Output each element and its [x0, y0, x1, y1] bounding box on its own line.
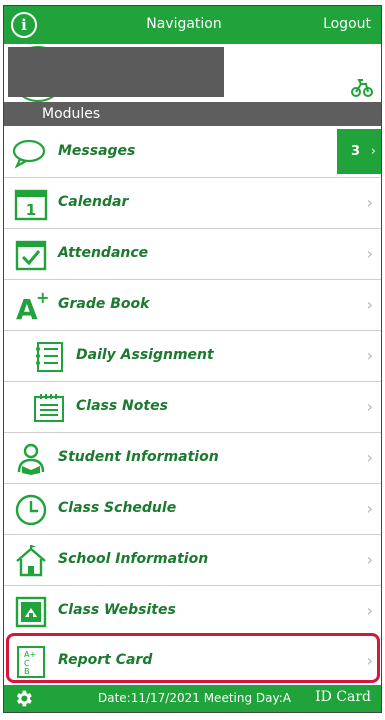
badge-count: 3	[351, 144, 361, 159]
menu-item-daily-assignment[interactable]: Daily Assignment ›	[4, 331, 381, 382]
profile-area	[4, 44, 381, 102]
menu-item-student-information[interactable]: Student Information ›	[4, 433, 381, 484]
notepad-icon	[34, 394, 64, 422]
svg-text:A: A	[16, 293, 38, 323]
menu-item-school-information[interactable]: School Information ›	[4, 535, 381, 586]
chevron-right-icon: ›	[366, 295, 373, 314]
gear-icon[interactable]	[13, 688, 34, 709]
checklist-icon	[36, 342, 63, 372]
menu-item-label: School Information	[58, 551, 209, 567]
redacted-user-info	[8, 47, 224, 97]
svg-text:+: +	[36, 289, 48, 307]
menu-item-label: Class Websites	[58, 602, 176, 618]
chevron-right-icon: ›	[366, 397, 373, 416]
app-screen: i Navigation Logout Modules Messages 3 › …	[0, 0, 385, 720]
website-icon	[15, 596, 47, 628]
svg-text:1: 1	[26, 201, 36, 219]
speech-bubble-icon	[12, 139, 46, 169]
school-house-icon	[16, 545, 46, 577]
bottom-bar: Date:11/17/2021 Meeting Day:A ID Card	[4, 685, 381, 712]
chevron-right-icon: ›	[366, 499, 373, 518]
chevron-right-icon: ›	[370, 144, 376, 159]
top-navigation-bar: i Navigation Logout	[4, 6, 381, 44]
menu-item-class-notes[interactable]: Class Notes ›	[4, 382, 381, 433]
logout-button[interactable]: Logout	[323, 16, 371, 32]
menu-item-attendance[interactable]: Attendance ›	[4, 229, 381, 280]
menu-item-label: Daily Assignment	[76, 347, 214, 363]
calendar-icon: 1	[14, 189, 48, 221]
unread-count-badge[interactable]: 3 ›	[337, 129, 381, 174]
selection-highlight	[6, 633, 380, 683]
chevron-right-icon: ›	[366, 448, 373, 467]
a-plus-icon: A +	[16, 289, 48, 323]
chevron-right-icon: ›	[366, 346, 373, 365]
menu-item-label: Attendance	[58, 245, 149, 261]
student-reading-icon	[17, 443, 45, 475]
menu-item-label: Class Notes	[76, 398, 168, 414]
menu-item-label: Student Information	[58, 449, 219, 465]
menu-item-messages[interactable]: Messages 3 ›	[4, 127, 381, 178]
clock-icon	[15, 494, 47, 526]
menu-item-label: Class Schedule	[58, 500, 177, 516]
modules-header: Modules	[4, 102, 381, 126]
chevron-right-icon: ›	[366, 550, 373, 569]
chevron-right-icon: ›	[366, 244, 373, 263]
menu-item-calendar[interactable]: 1 Calendar ›	[4, 178, 381, 229]
menu-item-label: Messages	[58, 143, 136, 159]
page-title: Navigation	[146, 16, 222, 32]
id-card-button[interactable]: ID Card	[315, 689, 371, 705]
chevron-right-icon: ›	[366, 193, 373, 212]
date-meeting-day: Date:11/17/2021 Meeting Day:A	[98, 691, 291, 705]
checkbox-calendar-icon	[15, 240, 47, 271]
menu-item-grade-book[interactable]: A + Grade Book ›	[4, 280, 381, 331]
menu-item-class-schedule[interactable]: Class Schedule ›	[4, 484, 381, 535]
menu-item-label: Calendar	[58, 194, 129, 210]
menu-item-label: Grade Book	[58, 296, 150, 312]
chevron-right-icon: ›	[366, 601, 373, 620]
bike-icon[interactable]	[351, 76, 373, 98]
menu-item-class-websites[interactable]: Class Websites ›	[4, 586, 381, 637]
info-icon[interactable]: i	[11, 12, 37, 38]
